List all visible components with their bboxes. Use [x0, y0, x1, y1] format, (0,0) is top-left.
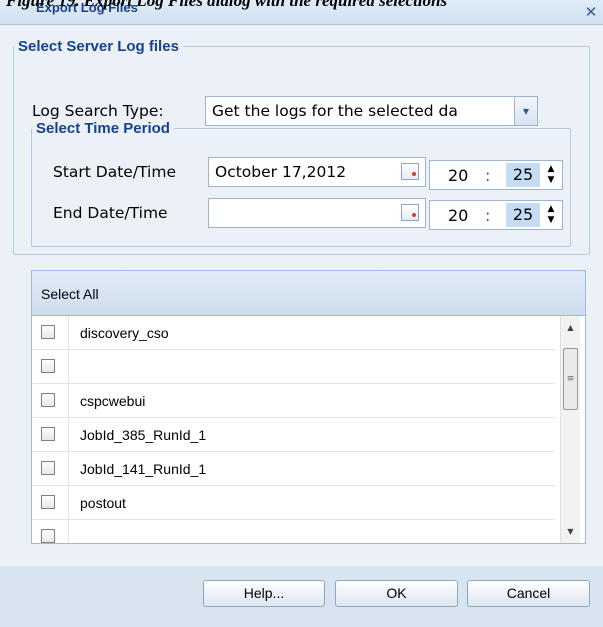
list-item[interactable]: discovery_cso — [32, 316, 555, 350]
end-hour[interactable]: 20 — [448, 206, 468, 225]
checkbox-icon[interactable] — [41, 529, 55, 543]
list-item-label: JobId_141_RunId_1 — [80, 461, 207, 477]
cancel-button[interactable]: Cancel — [467, 580, 590, 607]
list-item[interactable] — [32, 350, 555, 384]
list-item[interactable]: postout — [32, 486, 555, 520]
select-all-header[interactable]: Select All — [32, 271, 585, 316]
checkbox-icon[interactable] — [41, 495, 55, 509]
ok-button[interactable]: OK — [335, 580, 458, 607]
scroll-thumb[interactable]: ≡ — [563, 348, 578, 410]
time-separator: : — [485, 206, 491, 225]
list-item[interactable]: JobId_385_RunId_1 — [32, 418, 555, 452]
log-search-type-value: Get the logs for the selected da — [212, 102, 458, 120]
checkbox-icon[interactable] — [41, 427, 55, 441]
spinner-updown-icon[interactable]: ▲ ▼ — [546, 164, 556, 186]
time-separator: : — [485, 166, 491, 185]
list-item[interactable]: cspcwebui — [32, 384, 555, 418]
checkbox-icon[interactable] — [41, 325, 55, 339]
figure-caption: Figure 19. Export Log Files dialog with … — [6, 0, 448, 10]
list-item[interactable] — [32, 520, 555, 543]
help-button[interactable]: Help... — [203, 580, 325, 607]
end-time-spinner[interactable]: 20 : 25 ▲ ▼ — [429, 200, 563, 230]
list-item-label: postout — [80, 495, 126, 511]
calendar-icon[interactable] — [401, 163, 419, 180]
start-hour[interactable]: 20 — [448, 166, 468, 185]
server-log-files-legend: Select Server Log files — [18, 38, 179, 55]
list-item[interactable]: JobId_141_RunId_1 — [32, 452, 555, 486]
checkbox-icon[interactable] — [41, 461, 55, 475]
select-all-label[interactable]: Select All — [41, 286, 99, 302]
checkbox-icon[interactable] — [41, 359, 55, 373]
scroll-up-icon[interactable]: ▲ — [561, 320, 580, 336]
log-file-list-panel: Select All discovery_cso cspcwebui JobId… — [31, 270, 586, 544]
end-datetime-label: End Date/Time — [53, 204, 168, 222]
start-time-spinner[interactable]: 20 : 25 ▲ ▼ — [429, 160, 563, 190]
list-item-label: JobId_385_RunId_1 — [80, 427, 207, 443]
end-minute[interactable]: 25 — [506, 203, 540, 227]
spinner-updown-icon[interactable]: ▲ ▼ — [546, 204, 556, 226]
list-item-label: cspcwebui — [80, 393, 146, 409]
checkbox-icon[interactable] — [41, 393, 55, 407]
export-log-files-dialog: Export Log Files ✕ Select Server Log fil… — [0, 0, 603, 627]
start-date-field[interactable]: October 17,2012 — [208, 157, 426, 187]
list-scrollbar[interactable]: ▲ ≡ ▼ — [560, 316, 580, 543]
end-date-field[interactable] — [208, 198, 426, 228]
start-date-value: October 17,2012 — [215, 163, 347, 181]
time-period-legend: Select Time Period — [36, 120, 170, 137]
list-item-label: discovery_cso — [80, 325, 169, 341]
calendar-icon[interactable] — [401, 204, 419, 221]
log-search-type-label: Log Search Type: — [32, 102, 164, 120]
start-minute[interactable]: 25 — [506, 163, 540, 187]
scroll-down-icon[interactable]: ▼ — [561, 524, 580, 540]
start-datetime-label: Start Date/Time — [53, 163, 176, 181]
